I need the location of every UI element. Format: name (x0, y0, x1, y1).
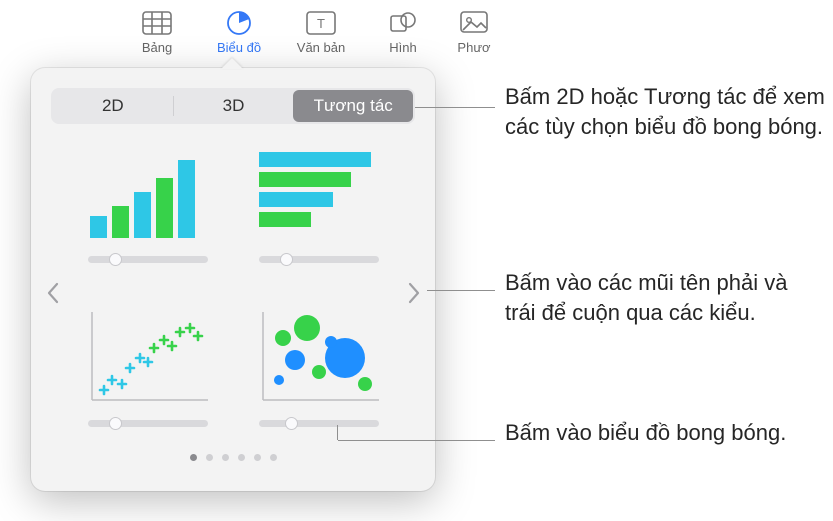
toolbar-label: Bảng (142, 40, 172, 55)
toolbar-label: Văn bản (297, 40, 345, 55)
callout-1: Bấm 2D hoặc Tương tác để xem các tùy chọ… (505, 82, 825, 141)
interactive-bar-chart-thumb[interactable] (246, 138, 391, 284)
page-dot[interactable] (190, 454, 197, 461)
interactive-scatter-chart-thumb[interactable] (75, 302, 220, 448)
chart-thumbnails-grid (75, 138, 391, 448)
next-style-arrow[interactable] (399, 273, 429, 313)
callout-leader (415, 107, 495, 108)
toolbar-table[interactable]: Bảng (116, 8, 198, 55)
page-dot[interactable] (270, 454, 277, 461)
scatter-chart-preview (78, 302, 218, 412)
segment-2d[interactable]: 2D (53, 90, 173, 122)
interactive-bubble-chart-thumb[interactable] (246, 302, 391, 448)
callout-leader (427, 290, 495, 291)
segment-3d[interactable]: 3D (174, 90, 294, 122)
page-dot[interactable] (222, 454, 229, 461)
page-dot[interactable] (238, 454, 245, 461)
text-box-icon: T (306, 8, 336, 38)
column-chart-preview (78, 138, 218, 248)
callout-leader (337, 425, 338, 440)
media-icon (460, 8, 488, 38)
callout-text: Bấm 2D hoặc Tương tác để xem các tùy chọ… (505, 82, 825, 141)
page-dot[interactable] (254, 454, 261, 461)
toolbar-shape[interactable]: Hình (362, 8, 444, 55)
style-slider[interactable] (259, 420, 379, 427)
bar-chart-preview (249, 138, 389, 248)
style-slider[interactable] (259, 256, 379, 263)
page-dot[interactable] (206, 454, 213, 461)
pie-chart-icon (225, 8, 253, 38)
callout-3: Bấm vào biểu đồ bong bóng. (505, 418, 805, 448)
toolbar-label: Phươ (457, 40, 490, 55)
toolbar-media[interactable]: Phươ (444, 8, 504, 55)
chevron-right-icon (408, 282, 421, 304)
chart-styles-area (31, 138, 435, 448)
interactive-column-chart-thumb[interactable] (75, 138, 220, 284)
chevron-left-icon (46, 282, 59, 304)
popover-tip (221, 58, 243, 69)
segment-interactive[interactable]: Tương tác (293, 90, 413, 122)
prev-style-arrow[interactable] (37, 273, 67, 313)
toolbar-chart[interactable]: Biểu đồ (198, 8, 280, 55)
toolbar-label: Biểu đồ (217, 40, 261, 55)
toolbar: Bảng Biểu đồ T Văn bản Hình Phươ (0, 0, 833, 55)
page-indicator[interactable] (31, 454, 435, 461)
chart-type-segmented-control: 2D 3D Tương tác (51, 88, 415, 124)
bubble-chart-preview (249, 302, 389, 412)
callout-leader (338, 440, 495, 441)
callout-text: Bấm vào các mũi tên phải và trái để cuộn… (505, 268, 815, 327)
callout-text: Bấm vào biểu đồ bong bóng. (505, 418, 786, 448)
table-icon (142, 8, 172, 38)
callout-2: Bấm vào các mũi tên phải và trái để cuộn… (505, 268, 815, 327)
toolbar-label: Hình (389, 40, 416, 55)
toolbar-text[interactable]: T Văn bản (280, 8, 362, 55)
style-slider[interactable] (88, 256, 208, 263)
svg-text:T: T (317, 16, 325, 31)
chart-picker-popover: 2D 3D Tương tác (31, 68, 435, 491)
style-slider[interactable] (88, 420, 208, 427)
shape-icon (389, 8, 417, 38)
